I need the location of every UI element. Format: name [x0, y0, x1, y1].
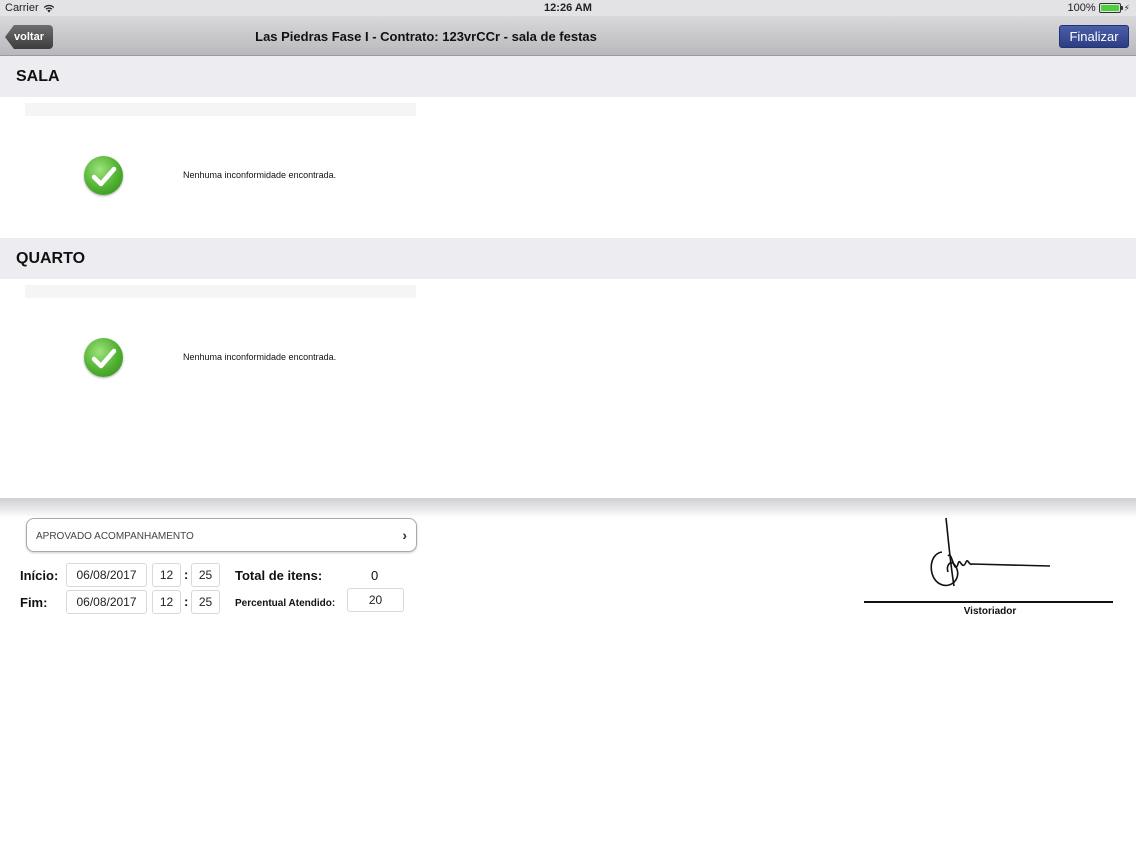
signature-label: Vistoriador — [963, 606, 1017, 617]
section-strip-sala — [25, 103, 416, 116]
percent-label: Percentual Atendido: — [235, 598, 336, 609]
inicio-hour-field[interactable]: 12 — [152, 563, 181, 587]
section-message-sala: Nenhuma inconformidade encontrada. — [183, 170, 337, 180]
status-bar: Carrier 12:26 AM 100% ⚡ — [0, 0, 1136, 16]
fim-label: Fim: — [20, 595, 48, 610]
navigation-bar: voltar Las Piedras Fase I - Contrato: 12… — [0, 16, 1136, 56]
battery-indicator: 100% ⚡ — [1068, 2, 1130, 14]
fim-hour-field[interactable]: 12 — [152, 590, 181, 614]
chevron-right-icon: › — [402, 527, 407, 543]
finalize-button[interactable]: Finalizar — [1059, 25, 1129, 48]
battery-icon — [1098, 3, 1123, 13]
status-select-value: APROVADO ACOMPANHAMENTO — [36, 531, 194, 542]
fim-date-field[interactable]: 06/08/2017 — [66, 590, 147, 614]
section-message-quarto: Nenhuma inconformidade encontrada. — [183, 352, 337, 362]
section-header-quarto: QUARTO — [0, 238, 1136, 279]
check-icon — [84, 338, 123, 377]
time-separator: : — [184, 594, 189, 609]
fim-minute-field[interactable]: 25 — [191, 590, 220, 614]
status-select[interactable]: APROVADO ACOMPANHAMENTO › — [26, 518, 417, 552]
inicio-label: Início: — [20, 568, 59, 583]
section-strip-quarto — [25, 285, 416, 298]
percent-field[interactable]: 20 — [347, 588, 404, 612]
charging-icon: ⚡ — [1123, 2, 1130, 13]
inicio-date-field[interactable]: 06/08/2017 — [66, 563, 147, 587]
signature-line — [864, 601, 1113, 603]
battery-percent: 100% — [1067, 2, 1096, 14]
time-separator: : — [184, 567, 189, 582]
clock: 12:26 AM — [544, 2, 592, 14]
section-header-sala: SALA — [0, 56, 1136, 97]
total-items-label: Total de itens: — [235, 568, 323, 583]
inicio-minute-field[interactable]: 25 — [191, 563, 220, 587]
bottom-divider — [0, 498, 1136, 518]
check-icon — [84, 156, 123, 195]
signature-image — [930, 517, 1051, 587]
page-title: Las Piedras Fase I - Contrato: 123vrCCr … — [255, 29, 597, 44]
total-items-value: 0 — [371, 568, 379, 583]
